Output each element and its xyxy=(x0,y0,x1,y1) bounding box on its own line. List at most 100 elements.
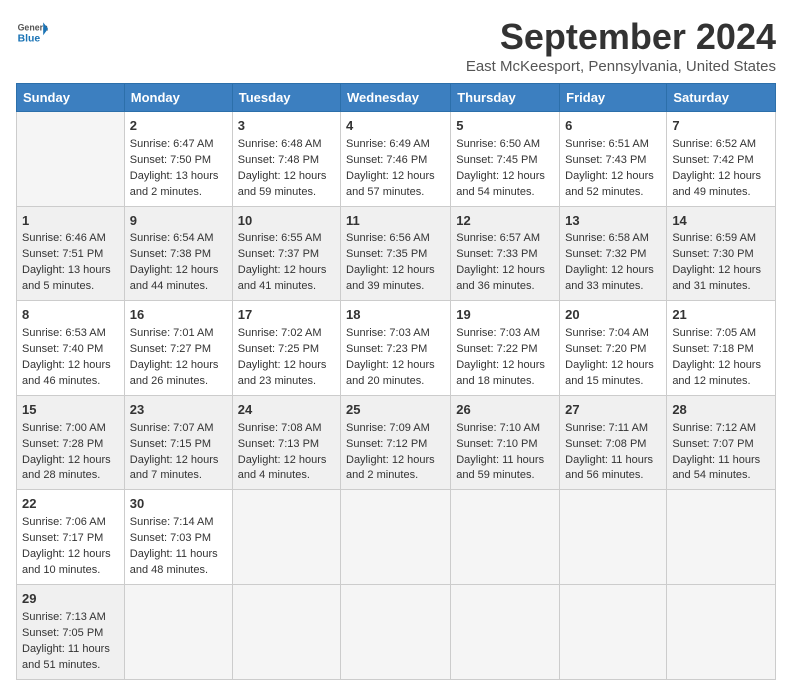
daylight-hours: Daylight: 12 hours and 20 minutes. xyxy=(346,359,435,387)
table-cell xyxy=(17,112,125,207)
col-friday: Friday xyxy=(560,84,667,112)
svg-text:Blue: Blue xyxy=(18,34,41,45)
col-saturday: Saturday xyxy=(667,84,776,112)
daylight-hours: Daylight: 12 hours and 2 minutes. xyxy=(346,454,435,482)
sunrise-time: Sunrise: 7:08 AM xyxy=(238,422,322,434)
sunrise-time: Sunrise: 7:01 AM xyxy=(130,327,214,339)
day-number: 20 xyxy=(565,306,661,325)
sunset-time: Sunset: 7:22 PM xyxy=(456,343,537,355)
table-cell: 26Sunrise: 7:10 AMSunset: 7:10 PMDayligh… xyxy=(451,395,560,490)
calendar-table: Sunday Monday Tuesday Wednesday Thursday… xyxy=(16,83,776,680)
sunset-time: Sunset: 7:15 PM xyxy=(130,438,211,450)
col-wednesday: Wednesday xyxy=(341,84,451,112)
sunset-time: Sunset: 7:13 PM xyxy=(238,438,319,450)
table-cell: 14Sunrise: 6:59 AMSunset: 7:30 PMDayligh… xyxy=(667,206,776,301)
day-number: 17 xyxy=(238,306,335,325)
day-number: 2 xyxy=(130,117,227,136)
day-number: 6 xyxy=(565,117,661,136)
daylight-hours: Daylight: 12 hours and 18 minutes. xyxy=(456,359,545,387)
sunrise-time: Sunrise: 6:48 AM xyxy=(238,138,322,150)
daylight-hours: Daylight: 12 hours and 7 minutes. xyxy=(130,454,219,482)
daylight-hours: Daylight: 12 hours and 52 minutes. xyxy=(565,170,654,198)
sunset-time: Sunset: 7:32 PM xyxy=(565,248,646,260)
day-number: 5 xyxy=(456,117,554,136)
sunset-time: Sunset: 7:03 PM xyxy=(130,532,211,544)
day-number: 3 xyxy=(238,117,335,136)
table-cell: 30Sunrise: 7:14 AMSunset: 7:03 PMDayligh… xyxy=(124,490,232,585)
daylight-hours: Daylight: 13 hours and 2 minutes. xyxy=(130,170,219,198)
daylight-hours: Daylight: 12 hours and 12 minutes. xyxy=(672,359,761,387)
day-number: 26 xyxy=(456,401,554,420)
day-number: 10 xyxy=(238,212,335,231)
day-number: 11 xyxy=(346,212,445,231)
sunrise-time: Sunrise: 6:51 AM xyxy=(565,138,649,150)
sunrise-time: Sunrise: 7:06 AM xyxy=(22,516,106,528)
logo-icon: General Blue xyxy=(16,16,48,48)
sunrise-time: Sunrise: 7:14 AM xyxy=(130,516,214,528)
sunset-time: Sunset: 7:05 PM xyxy=(22,627,103,639)
sunrise-time: Sunrise: 6:46 AM xyxy=(22,232,106,244)
col-thursday: Thursday xyxy=(451,84,560,112)
sunrise-time: Sunrise: 7:05 AM xyxy=(672,327,756,339)
sunset-time: Sunset: 7:51 PM xyxy=(22,248,103,260)
table-cell xyxy=(667,584,776,679)
sunrise-time: Sunrise: 6:50 AM xyxy=(456,138,540,150)
daylight-hours: Daylight: 13 hours and 5 minutes. xyxy=(22,264,111,292)
daylight-hours: Daylight: 11 hours and 48 minutes. xyxy=(130,548,218,576)
calendar-row: 8Sunrise: 6:53 AMSunset: 7:40 PMDaylight… xyxy=(17,301,776,396)
day-number: 29 xyxy=(22,590,119,609)
table-cell xyxy=(451,584,560,679)
sunrise-time: Sunrise: 6:52 AM xyxy=(672,138,756,150)
sunset-time: Sunset: 7:33 PM xyxy=(456,248,537,260)
daylight-hours: Daylight: 12 hours and 28 minutes. xyxy=(22,454,111,482)
sunset-time: Sunset: 7:46 PM xyxy=(346,154,427,166)
sunset-time: Sunset: 7:23 PM xyxy=(346,343,427,355)
calendar-row: 2 Sunrise: 6:47 AM Sunset: 7:50 PM Daylight… xyxy=(17,112,776,207)
table-cell: 6Sunrise: 6:51 AMSunset: 7:43 PMDaylight… xyxy=(560,112,667,207)
logo: General Blue xyxy=(16,16,50,48)
daylight-hours: Daylight: 12 hours and 23 minutes. xyxy=(238,359,327,387)
daylight-hours: Daylight: 12 hours and 31 minutes. xyxy=(672,264,761,292)
col-tuesday: Tuesday xyxy=(232,84,340,112)
table-cell: 12Sunrise: 6:57 AMSunset: 7:33 PMDayligh… xyxy=(451,206,560,301)
table-cell xyxy=(124,584,232,679)
calendar-header: Sunday Monday Tuesday Wednesday Thursday… xyxy=(17,84,776,112)
month-title: September 2024 xyxy=(466,16,776,58)
sunrise-time: Sunrise: 7:04 AM xyxy=(565,327,649,339)
table-cell: 16Sunrise: 7:01 AMSunset: 7:27 PMDayligh… xyxy=(124,301,232,396)
sunset-time: Sunset: 7:07 PM xyxy=(672,438,753,450)
day-number: 25 xyxy=(346,401,445,420)
table-cell: 28Sunrise: 7:12 AMSunset: 7:07 PMDayligh… xyxy=(667,395,776,490)
day-number: 19 xyxy=(456,306,554,325)
sunrise-time: Sunrise: 6:56 AM xyxy=(346,232,430,244)
sunset-time: Sunset: 7:27 PM xyxy=(130,343,211,355)
sunrise-time: Sunrise: 6:53 AM xyxy=(22,327,106,339)
day-number: 23 xyxy=(130,401,227,420)
calendar-row: 29Sunrise: 7:13 AMSunset: 7:05 PMDayligh… xyxy=(17,584,776,679)
daylight-hours: Daylight: 12 hours and 57 minutes. xyxy=(346,170,435,198)
sunset-time: Sunset: 7:10 PM xyxy=(456,438,537,450)
calendar-row: 15Sunrise: 7:00 AMSunset: 7:28 PMDayligh… xyxy=(17,395,776,490)
daylight-hours: Daylight: 12 hours and 46 minutes. xyxy=(22,359,111,387)
table-cell: 5Sunrise: 6:50 AMSunset: 7:45 PMDaylight… xyxy=(451,112,560,207)
sunrise-time: Sunrise: 7:03 AM xyxy=(346,327,430,339)
sunset-time: Sunset: 7:38 PM xyxy=(130,248,211,260)
sunset-time: Sunset: 7:48 PM xyxy=(238,154,319,166)
sunrise-time: Sunrise: 6:49 AM xyxy=(346,138,430,150)
sunset-time: Sunset: 7:17 PM xyxy=(22,532,103,544)
table-cell: 4Sunrise: 6:49 AMSunset: 7:46 PMDaylight… xyxy=(341,112,451,207)
sunrise-time: Sunrise: 7:09 AM xyxy=(346,422,430,434)
day-number: 1 xyxy=(22,212,119,231)
daylight-hours: Daylight: 12 hours and 36 minutes. xyxy=(456,264,545,292)
table-cell: 13Sunrise: 6:58 AMSunset: 7:32 PMDayligh… xyxy=(560,206,667,301)
sunrise-time: Sunrise: 7:11 AM xyxy=(565,422,648,434)
sunrise-time: Sunrise: 6:47 AM xyxy=(130,138,214,150)
table-cell: 17Sunrise: 7:02 AMSunset: 7:25 PMDayligh… xyxy=(232,301,340,396)
day-number: 18 xyxy=(346,306,445,325)
day-number: 8 xyxy=(22,306,119,325)
table-cell: 1Sunrise: 6:46 AM Sunset: 7:51 PM Daylight… xyxy=(17,206,125,301)
daylight-hours: Daylight: 11 hours and 54 minutes. xyxy=(672,454,760,482)
sunset-time: Sunset: 7:42 PM xyxy=(672,154,753,166)
table-cell xyxy=(232,490,340,585)
sunset-time: Sunset: 7:50 PM xyxy=(130,154,211,166)
